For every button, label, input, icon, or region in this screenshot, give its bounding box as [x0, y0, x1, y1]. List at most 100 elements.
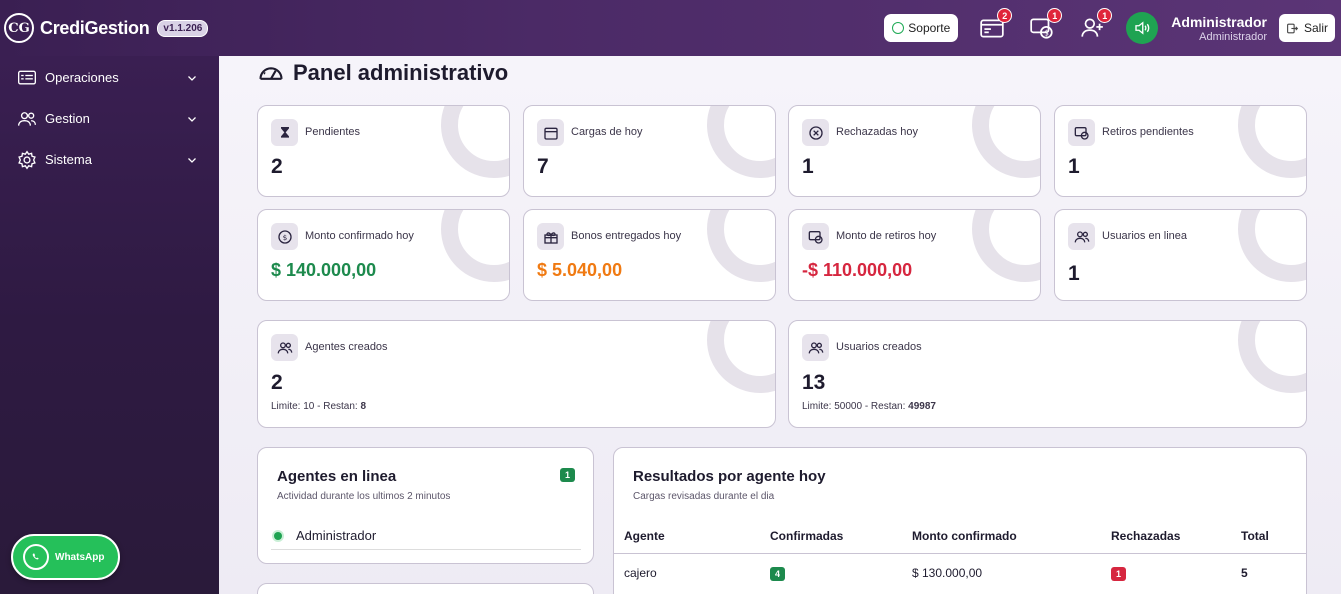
stat-value: 1 — [1068, 155, 1080, 178]
dashboard-gauge-icon — [259, 67, 283, 80]
soporte-label: Soporte — [908, 21, 951, 35]
cash-icon — [802, 223, 829, 250]
stat-value: 13 — [802, 371, 826, 394]
stat-value: 1 — [802, 155, 814, 178]
notification-badge: 2 — [997, 8, 1013, 23]
stat-label: Usuarios en linea — [1102, 230, 1187, 242]
speaker-icon — [1135, 21, 1150, 35]
results-panel: Resultados por agente hoy Cargas revisad… — [613, 447, 1307, 594]
users-icon — [271, 334, 298, 361]
limit-text: Limite: 50000 - Restan: 49987 — [802, 401, 936, 412]
chevron-down-icon — [188, 157, 196, 163]
brand[interactable]: CG CrediGestion v1.1.206 — [0, 13, 219, 43]
user-role: Administrador — [1199, 30, 1267, 43]
online-dot — [274, 531, 282, 540]
stat-card-agentes-creados[interactable]: Agentes creados 2 Limite: 10 - Restan: 8 — [257, 320, 776, 428]
chevron-down-icon — [188, 75, 196, 81]
table-row[interactable]: cajero 4 $ 130.000,00 1 5 — [614, 553, 1306, 593]
stat-value: -$ 110.000,00 — [802, 260, 913, 280]
logo: CG — [4, 13, 34, 43]
stat-value: $ 5.040,00 — [537, 260, 623, 280]
stat-card-usuarios-en-linea[interactable]: Usuarios en linea 1 — [1054, 209, 1307, 301]
sound-toggle[interactable] — [1126, 12, 1159, 44]
page-title: Panel administrativo — [257, 59, 508, 87]
next-panel — [257, 583, 594, 594]
stat-card-usuarios-creados[interactable]: Usuarios creados 13 Limite: 50000 - Rest… — [788, 320, 1307, 428]
monitor-icon — [18, 70, 36, 84]
gift-icon — [537, 223, 564, 250]
stat-card-monto-confirmado[interactable]: $ Monto confirmado hoy $ 140.000,00 — [257, 209, 510, 301]
column-header[interactable]: Monto confirmado — [902, 519, 1101, 554]
user-name: Administrador — [1171, 13, 1267, 30]
brand-name: CrediGestion — [40, 17, 150, 38]
stat-label: Rechazadas hoy — [836, 126, 918, 138]
users-icon — [802, 334, 829, 361]
retiros-notification-button[interactable]: $ 1 — [1026, 8, 1063, 44]
rejected-badge: 1 — [1111, 566, 1127, 581]
agent-name: Administrador — [296, 528, 377, 543]
sidebar-item-gestion[interactable]: Gestion — [0, 98, 219, 139]
stat-label: Monto confirmado hoy — [305, 230, 414, 242]
panel-title: Agentes en linea — [277, 468, 397, 485]
user-info[interactable]: Administrador Administrador — [1171, 14, 1267, 43]
stat-card-retiros-pendientes[interactable]: Retiros pendientes 1 — [1054, 105, 1307, 197]
stat-card-pendientes[interactable]: Pendientes 2 — [257, 105, 510, 197]
whatsapp-icon — [23, 544, 49, 570]
cargas-notification-button[interactable]: 2 — [976, 8, 1013, 44]
x-circle-icon — [802, 119, 829, 146]
stat-card-monto-retiros[interactable]: Monto de retiros hoy -$ 110.000,00 — [788, 209, 1041, 301]
logout-label: Salir — [1303, 21, 1328, 35]
hourglass-icon — [271, 119, 298, 146]
agents-online-panel: Agentes en linea Actividad durante los u… — [257, 447, 594, 564]
calendar-icon — [537, 119, 564, 146]
panel-title: Resultados por agente hoy — [633, 468, 826, 485]
stat-value: $ 140.000,00 — [271, 260, 377, 280]
column-header[interactable]: Total — [1231, 519, 1306, 554]
stat-value: 2 — [271, 155, 283, 178]
users-icon — [18, 111, 36, 126]
stat-label: Retiros pendientes — [1102, 126, 1194, 138]
sidebar-item-sistema[interactable]: Sistema — [0, 139, 219, 180]
stat-value: 2 — [271, 371, 283, 394]
sidebar: Operaciones Gestion Sistema WhatsApp — [0, 56, 219, 594]
cell-confirmadas: 4 — [760, 553, 902, 593]
stat-label: Agentes creados — [305, 341, 388, 353]
logout-button[interactable]: Salir — [1278, 14, 1335, 42]
stat-card-rechazadas-hoy[interactable]: Rechazadas hoy 1 — [788, 105, 1041, 197]
soporte-button[interactable]: Soporte — [884, 14, 959, 42]
main-content: Panel administrativo Pendientes 2 Cargas… — [219, 56, 1341, 594]
users-icon — [1068, 223, 1095, 250]
confirmed-badge: 4 — [770, 566, 786, 581]
chevron-down-icon — [188, 116, 196, 122]
notification-badge: 1 — [1097, 8, 1113, 23]
users-notification-button[interactable]: 1 — [1076, 8, 1113, 44]
svg-text:$: $ — [1044, 29, 1049, 38]
stat-card-bonos-entregados[interactable]: Bonos entregados hoy $ 5.040,00 — [523, 209, 776, 301]
stat-label: Monto de retiros hoy — [836, 230, 937, 242]
column-header[interactable]: Agente — [614, 519, 760, 554]
version-badge: v1.1.206 — [157, 19, 209, 37]
sidebar-item-label: Sistema — [45, 152, 92, 167]
stat-value: 1 — [1068, 262, 1080, 285]
sidebar-item-label: Gestion — [45, 111, 90, 126]
notification-badge: 1 — [1047, 8, 1063, 23]
column-header[interactable]: Rechazadas — [1101, 519, 1231, 554]
cash-clock-icon — [1068, 119, 1095, 146]
whatsapp-button[interactable]: WhatsApp — [11, 534, 120, 580]
stat-label: Usuarios creados — [836, 341, 922, 353]
stat-card-cargas-hoy[interactable]: Cargas de hoy 7 — [523, 105, 776, 197]
stat-label: Bonos entregados hoy — [571, 230, 682, 242]
svg-text:$: $ — [282, 233, 287, 242]
list-item[interactable]: Administrador — [271, 522, 581, 550]
column-header[interactable]: Confirmadas — [760, 519, 902, 554]
sidebar-item-label: Operaciones — [45, 70, 119, 85]
panel-subtitle: Cargas revisadas durante el dia — [633, 491, 775, 502]
logout-icon — [1287, 23, 1299, 33]
sidebar-item-operaciones[interactable]: Operaciones — [0, 57, 219, 98]
limit-text: Limite: 10 - Restan: 8 — [271, 401, 367, 412]
dollar-circle-icon: $ — [271, 223, 298, 250]
whatsapp-icon — [892, 22, 905, 34]
gear-icon — [18, 149, 36, 170]
whatsapp-label: WhatsApp — [55, 551, 105, 563]
results-table: Agente Confirmadas Monto confirmado Rech… — [614, 519, 1306, 593]
